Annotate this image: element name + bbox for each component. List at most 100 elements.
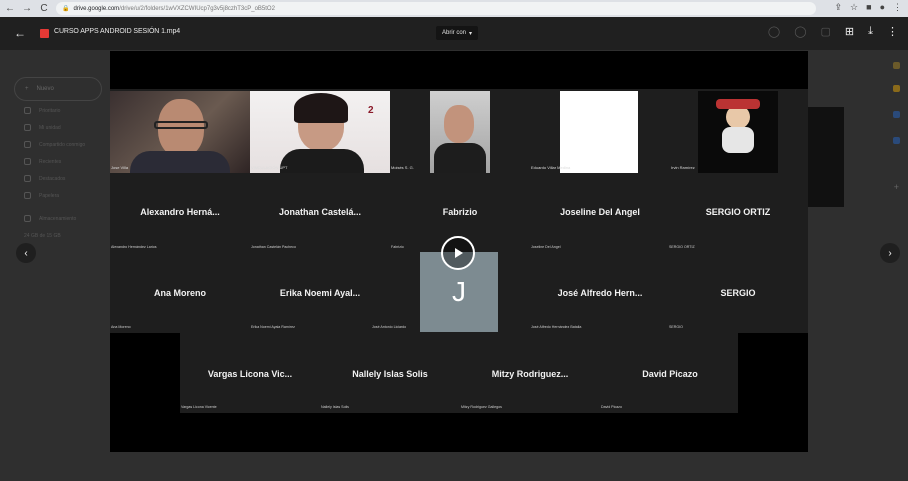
- participant-name: Alexandro Herná...: [140, 207, 220, 217]
- file-title: CURSO APPS ANDROID SESIÓN 1.mp4: [54, 28, 181, 35]
- video-label: Jose Villa: [111, 165, 129, 170]
- participant-name: Jonathan Castelá...: [278, 207, 362, 217]
- browser-menu-icon[interactable]: ⋮: [893, 2, 902, 13]
- glasses-icon: [154, 121, 208, 129]
- participant-name: Vargas Licona Vic...: [207, 369, 293, 379]
- profile-avatar[interactable]: ●: [880, 2, 885, 13]
- video-label: Irvin Ramírez: [671, 165, 695, 170]
- participant-name: David Picazo: [642, 369, 698, 379]
- chevron-right-icon: ›: [888, 247, 892, 259]
- storage-text: 24 GB de 15 GB: [24, 232, 61, 239]
- trash-icon: [24, 192, 31, 199]
- participant-label: SERGIO: [669, 325, 683, 329]
- participant-name: Fabrizio: [442, 207, 478, 217]
- open-with-button[interactable]: Abrir con ▾: [436, 26, 478, 40]
- participant-name: Joseline Del Angel: [560, 207, 640, 217]
- participant-label: David Picazo: [601, 405, 622, 409]
- add-shortcut-icon[interactable]: ◯: [768, 25, 780, 38]
- tasks-icon[interactable]: [893, 111, 900, 118]
- url-path: /drive/u/2/folders/1wVXZCWIUcp7g3v5j8czh…: [119, 5, 275, 12]
- new-button[interactable]: + Nuevo: [14, 77, 102, 101]
- lock-icon: 🔒: [62, 6, 70, 12]
- participant-label: Nallely Islas Solis: [321, 405, 349, 409]
- participant-video: [430, 91, 490, 173]
- file-thumbnail: [808, 107, 844, 207]
- participant-video: [110, 91, 250, 173]
- play-button[interactable]: [441, 236, 475, 270]
- priority-icon: [24, 107, 31, 114]
- reload-icon[interactable]: C: [37, 2, 51, 16]
- browser-toolbar: ← → C 🔒 drive.google.com/drive/u/2/folde…: [0, 0, 908, 17]
- participant-label: José Antonio Liciardo: [372, 325, 407, 329]
- participant-label: Erika Noemi Ayala Ramírez: [251, 325, 295, 329]
- keep-icon[interactable]: [893, 85, 900, 92]
- blank-white-video-icon: [560, 91, 638, 173]
- sidebar-item[interactable]: Compartido conmigo: [14, 137, 114, 152]
- url-host: drive.google.com: [73, 5, 120, 12]
- calendar-icon[interactable]: [893, 62, 900, 69]
- participant-video: 2: [250, 91, 390, 173]
- share-icon[interactable]: ⇪: [835, 2, 843, 13]
- drive-icon: [24, 124, 31, 131]
- cloud-icon: [24, 215, 31, 222]
- print-icon[interactable]: ▢: [821, 25, 831, 38]
- participant-label: SERGIO ORTIZ: [669, 245, 695, 249]
- play-icon: [455, 248, 463, 258]
- sidebar-item[interactable]: Almacenamiento: [14, 211, 114, 226]
- participant-label: Vargas Licona Vicente: [181, 405, 217, 409]
- bookmark-star-icon[interactable]: ☆: [850, 2, 858, 13]
- forward-arrow-icon[interactable]: →: [20, 2, 34, 16]
- previous-file-button[interactable]: ‹: [16, 243, 36, 263]
- people-icon: [24, 141, 31, 148]
- video-label: VINCULACIÓN UPT: [251, 165, 288, 170]
- participant-name: Ana Moreno: [153, 288, 206, 298]
- man-glasses-photo-icon: [444, 105, 474, 143]
- drive-sidebar: + Nuevo Prioritario Mi unidad Compartido …: [14, 77, 114, 243]
- video-player[interactable]: Jose Villa 2 VINCULACIÓN UPT Moisés S. G…: [110, 51, 808, 452]
- participant-name: SERGIO ORTIZ: [705, 207, 771, 217]
- participant-label: Fabrizio: [391, 245, 404, 249]
- next-file-button[interactable]: ›: [880, 243, 900, 263]
- participant-name: Nallely Islas Solis: [352, 369, 428, 379]
- back-arrow-icon[interactable]: ←: [14, 26, 26, 40]
- viewer-header: ← CURSO APPS ANDROID SESIÓN 1.mp4 Abrir …: [0, 17, 908, 50]
- star-icon: [24, 175, 31, 182]
- empty-area: [738, 333, 808, 413]
- video-label: Moisés S. G.: [391, 165, 414, 170]
- participant-name: José Alfredo Hern...: [557, 288, 643, 298]
- participant-label: Jonathan Castelán Pacheco: [251, 245, 296, 249]
- participant-label: Mitzy Rodriguez Gallegos: [461, 405, 502, 409]
- add-icon[interactable]: +: [894, 182, 899, 192]
- share-person-icon[interactable]: ◯: [794, 25, 806, 38]
- sidebar-item[interactable]: Mi unidad: [14, 120, 114, 135]
- participant-label: Joseline Del Angel: [531, 245, 561, 249]
- participant-label: Ana Moreno: [111, 325, 131, 329]
- chevron-down-icon: ▾: [469, 30, 473, 37]
- video-file-icon: [40, 29, 49, 38]
- comment-icon[interactable]: ⊞: [845, 25, 854, 38]
- participant-label: José Alfredo Hernández Batalla: [531, 325, 582, 329]
- cartoon-avatar-icon: [698, 91, 778, 173]
- back-arrow-icon[interactable]: ←: [3, 2, 17, 16]
- sidebar-item[interactable]: Papelera: [14, 188, 114, 203]
- logo-icon: 2: [368, 105, 374, 116]
- participant-name: Erika Noemi Ayal...: [279, 288, 361, 298]
- chevron-left-icon: ‹: [24, 247, 28, 259]
- video-label: Eduardo Villar Medina: [531, 165, 571, 170]
- more-options-icon[interactable]: ⋮: [887, 25, 898, 38]
- participant-name: SERGIO: [720, 288, 756, 298]
- contacts-icon[interactable]: [893, 137, 900, 144]
- empty-area: [110, 333, 180, 413]
- letterbox-bottom: [110, 413, 808, 452]
- letterbox-top: [110, 51, 808, 89]
- sidebar-item[interactable]: Prioritario: [14, 103, 114, 118]
- clock-icon: [24, 158, 31, 165]
- participant-label: Alexandro Hernández Larios: [111, 245, 157, 249]
- plus-icon: +: [25, 86, 29, 92]
- download-icon[interactable]: ⤓: [868, 25, 873, 38]
- extension-icon[interactable]: ■: [866, 2, 871, 13]
- address-bar[interactable]: 🔒 drive.google.com/drive/u/2/folders/1wV…: [56, 2, 816, 15]
- sidebar-item[interactable]: Recientes: [14, 154, 114, 169]
- sidebar-item[interactable]: Destacados: [14, 171, 114, 186]
- participant-name: Mitzy Rodriguez...: [491, 369, 569, 379]
